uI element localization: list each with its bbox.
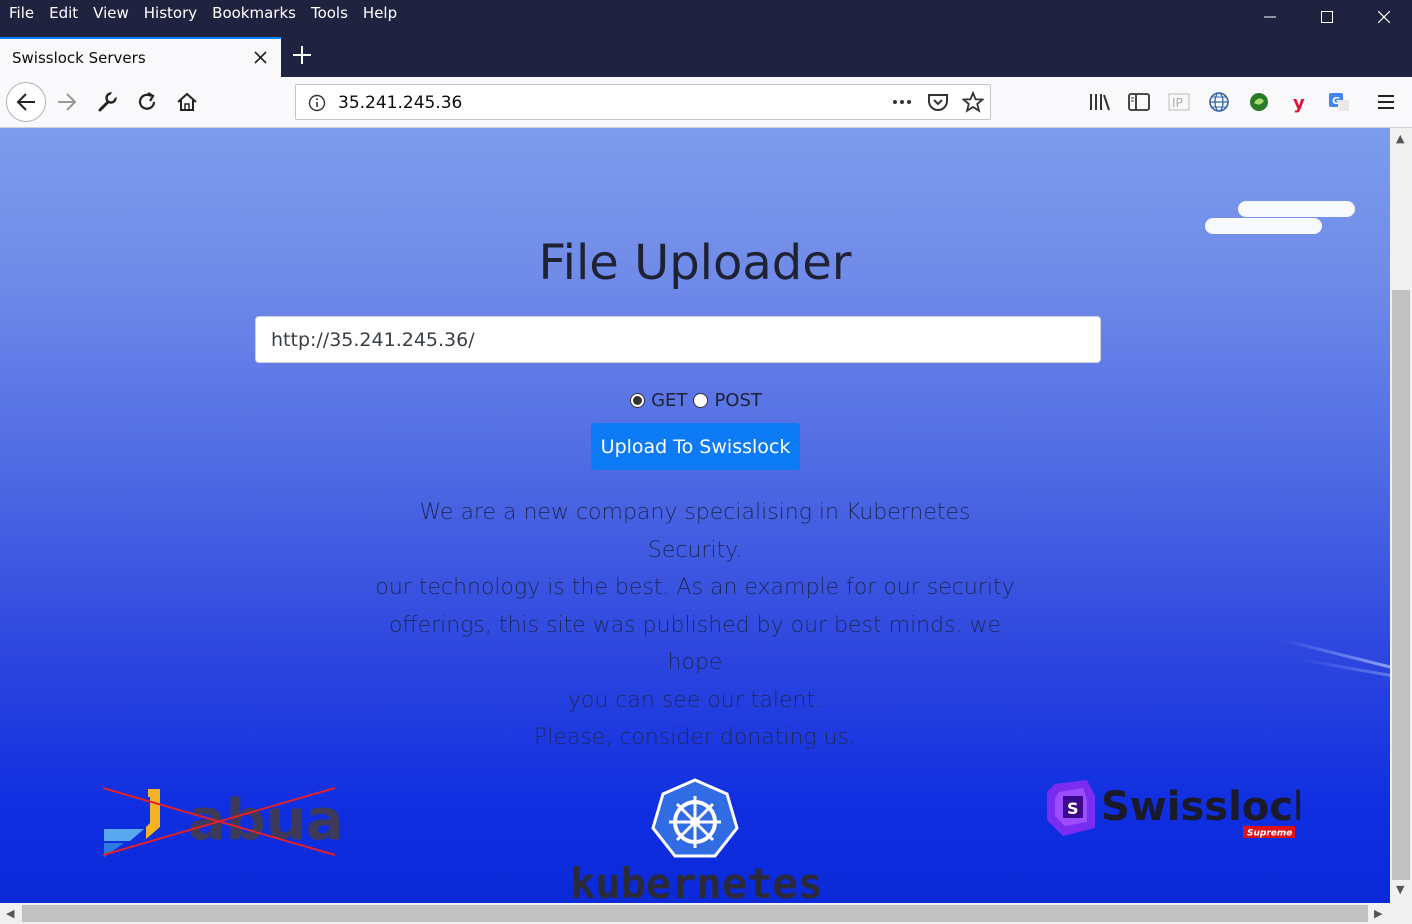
plus-icon: [293, 46, 311, 64]
horizontal-scroll-thumb[interactable]: [22, 905, 1368, 922]
description-line: Please, consider donating us.: [533, 725, 857, 750]
globe-icon[interactable]: [1207, 90, 1231, 114]
scrollbar-corner: [1390, 903, 1412, 924]
horizontal-scrollbar[interactable]: ◀ ▶: [0, 903, 1390, 924]
post-label: POST: [714, 390, 762, 411]
description-line: you can see our talent.: [567, 687, 823, 713]
reload-icon: [138, 92, 156, 110]
tab-close-button[interactable]: [251, 48, 269, 66]
svg-text:y: y: [1293, 93, 1305, 113]
cloud-decoration: [1205, 218, 1322, 234]
info-icon[interactable]: [308, 94, 326, 117]
url-input[interactable]: http://35.241.245.36/: [255, 316, 1101, 363]
home-button[interactable]: [170, 85, 204, 119]
page-viewport: File Uploader http://35.241.245.36/ GET …: [0, 128, 1390, 903]
navigation-toolbar: 35.241.245.36 IP y G: [0, 77, 1412, 128]
ip-icon[interactable]: IP: [1167, 90, 1191, 114]
translate-icon[interactable]: G: [1327, 90, 1351, 114]
svg-text:kubernetes: kubernetes: [570, 859, 823, 903]
y-extension-icon[interactable]: y: [1287, 90, 1311, 114]
window-titlebar: File Edit View History Bookmarks Tools H…: [0, 0, 1412, 77]
upload-button[interactable]: Upload To Swisslock: [591, 423, 800, 470]
close-icon: [253, 50, 267, 64]
back-button[interactable]: [6, 82, 46, 122]
swisslock-logo: S Swisslock Supreme: [1045, 776, 1321, 841]
scroll-right-icon[interactable]: ▶: [1374, 907, 1382, 920]
svg-text:abua: abua: [188, 788, 340, 853]
menu-help[interactable]: Help: [363, 4, 397, 22]
window-controls: [1241, 0, 1412, 34]
description-line: offerings, this site was published by ou…: [388, 612, 1002, 676]
reload-button[interactable]: [130, 85, 164, 119]
close-icon: [1377, 11, 1390, 23]
address-bar-url[interactable]: 35.241.245.36: [338, 93, 462, 113]
more-dots-icon[interactable]: [891, 93, 913, 116]
hamburger-menu-icon[interactable]: [1374, 90, 1398, 114]
tab-swisslock-servers[interactable]: Swisslock Servers: [0, 37, 281, 77]
close-window-button[interactable]: [1355, 0, 1412, 34]
kubernetes-logo: kubernetes: [565, 776, 830, 903]
tab-title: Swisslock Servers: [12, 49, 146, 67]
method-selector: GET POST: [0, 390, 1390, 411]
menu-edit[interactable]: Edit: [49, 4, 78, 22]
svg-text:Swisslock: Swisslock: [1101, 784, 1300, 830]
description-line: our technology is the best. As an exampl…: [375, 575, 1015, 600]
maximize-icon: [1320, 11, 1333, 23]
minimize-button[interactable]: [1241, 0, 1298, 34]
svg-text:IP: IP: [1172, 96, 1183, 110]
home-icon: [177, 92, 197, 111]
scroll-up-icon[interactable]: ▲: [1396, 132, 1404, 145]
green-extension-icon[interactable]: [1247, 90, 1271, 114]
star-icon[interactable]: [961, 90, 985, 118]
menu-history[interactable]: History: [144, 4, 197, 22]
cloud-decoration: [1238, 201, 1355, 217]
scroll-left-icon[interactable]: ◀: [6, 907, 14, 920]
vertical-scrollbar[interactable]: ▲ ▼: [1390, 128, 1412, 903]
tools-button[interactable]: [90, 85, 124, 119]
get-radio[interactable]: [630, 393, 646, 408]
maximize-button[interactable]: [1298, 0, 1355, 34]
abua-logo: abua: [100, 783, 344, 863]
menu-tools[interactable]: Tools: [311, 4, 348, 22]
menu-file[interactable]: File: [9, 4, 34, 22]
wrench-icon: [98, 91, 118, 112]
address-bar[interactable]: 35.241.245.36: [295, 84, 991, 120]
minimize-icon: [1263, 16, 1276, 18]
svg-text:S: S: [1067, 799, 1079, 818]
description-line: We are a new company specialising in Kub…: [419, 500, 971, 563]
scroll-down-icon[interactable]: ▼: [1396, 883, 1404, 896]
forward-button[interactable]: [50, 85, 84, 119]
pocket-icon[interactable]: [927, 92, 949, 117]
library-icon[interactable]: [1087, 90, 1111, 114]
post-radio[interactable]: [693, 393, 709, 408]
vertical-scroll-thumb[interactable]: [1392, 290, 1410, 880]
menu-bookmarks[interactable]: Bookmarks: [212, 4, 296, 22]
company-description: We are a new company specialising in Kub…: [370, 494, 1020, 757]
back-arrow-icon: [16, 93, 35, 111]
svg-text:Supreme: Supreme: [1247, 829, 1292, 839]
page-title: File Uploader: [538, 235, 852, 291]
menu-view[interactable]: View: [93, 4, 129, 22]
new-tab-button[interactable]: [289, 42, 315, 68]
forward-arrow-icon: [58, 93, 77, 111]
menu-bar: File Edit View History Bookmarks Tools H…: [0, 0, 412, 26]
get-label: GET: [651, 390, 688, 411]
sidebar-icon[interactable]: [1127, 90, 1151, 114]
